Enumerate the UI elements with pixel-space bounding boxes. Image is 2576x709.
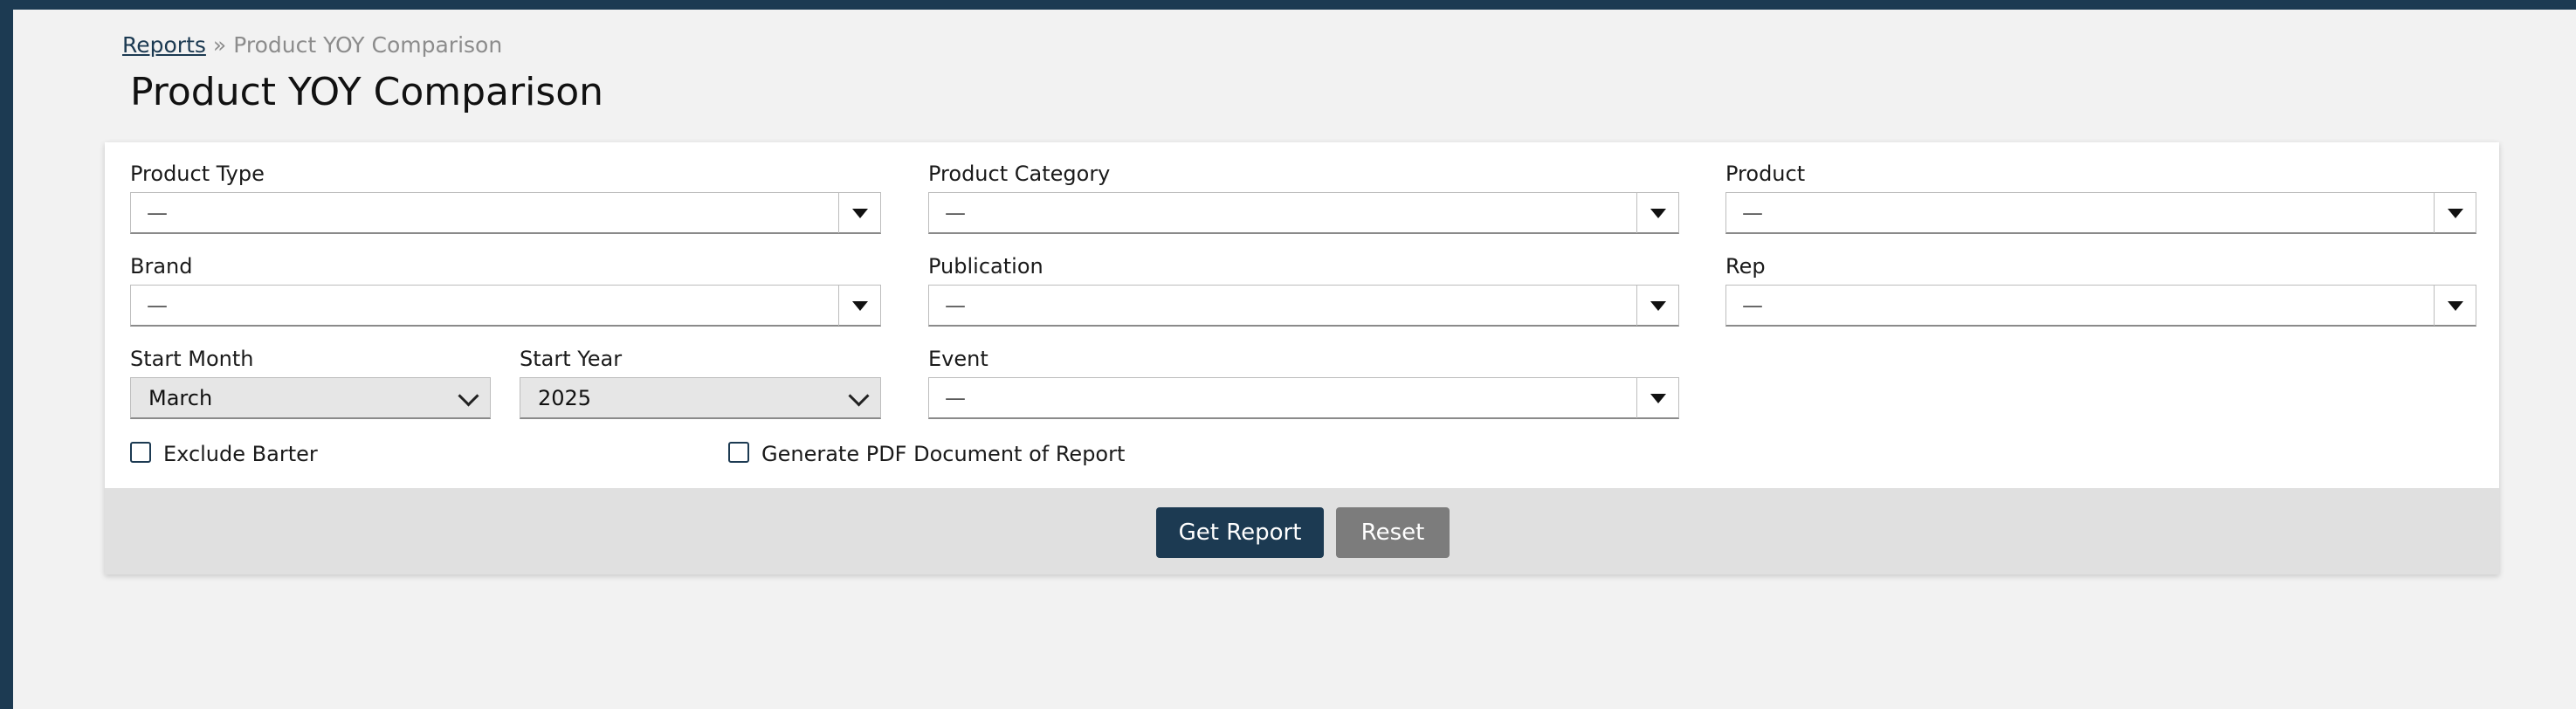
breadcrumb-current: Product YOY Comparison	[233, 32, 503, 58]
breadcrumb: Reports» Product YOY Comparison	[122, 31, 502, 59]
product-type-dropdown-toggle[interactable]	[838, 193, 880, 233]
product-category-dropdown-toggle[interactable]	[1636, 193, 1678, 233]
caret-down-icon	[1650, 209, 1666, 218]
start-month-select[interactable]: March	[130, 377, 491, 419]
product-category-dropdown[interactable]: —	[928, 192, 1679, 234]
rep-label: Rep	[1725, 254, 1766, 279]
top-navigation-bar	[0, 0, 2576, 10]
product-type-dropdown[interactable]: —	[130, 192, 881, 234]
breadcrumb-link-reports[interactable]: Reports	[122, 32, 206, 58]
caret-down-icon	[852, 209, 868, 218]
caret-down-icon	[1650, 394, 1666, 403]
product-dropdown-toggle[interactable]	[2434, 193, 2476, 233]
exclude-barter-label[interactable]: Exclude Barter	[163, 441, 318, 467]
rep-dropdown-toggle[interactable]	[2434, 286, 2476, 326]
exclude-barter-checkbox[interactable]	[130, 442, 151, 463]
event-label: Event	[928, 347, 988, 371]
generate-pdf-label[interactable]: Generate PDF Document of Report	[761, 441, 1125, 467]
chevron-down-icon	[848, 385, 870, 407]
start-year-label: Start Year	[520, 347, 623, 371]
rep-value: —	[1742, 293, 1763, 318]
product-category-label: Product Category	[928, 162, 1111, 186]
product-dropdown[interactable]: —	[1725, 192, 2476, 234]
product-category-value: —	[945, 201, 966, 225]
publication-dropdown[interactable]: —	[928, 285, 1679, 327]
page-title: Product YOY Comparison	[130, 70, 604, 114]
caret-down-icon	[852, 301, 868, 311]
start-year-value: 2025	[538, 386, 592, 410]
reset-button[interactable]: Reset	[1336, 507, 1450, 558]
start-month-value: March	[148, 386, 213, 410]
start-year-select[interactable]: 2025	[520, 377, 881, 419]
event-dropdown[interactable]: —	[928, 377, 1679, 419]
event-value: —	[945, 386, 966, 410]
product-label: Product	[1725, 162, 1806, 186]
caret-down-icon	[2448, 209, 2463, 218]
panel-footer: Get Report Reset	[105, 488, 2499, 575]
rep-dropdown[interactable]: —	[1725, 285, 2476, 327]
left-sidebar-strip	[0, 0, 13, 709]
caret-down-icon	[2448, 301, 2463, 311]
product-value: —	[1742, 201, 1763, 225]
publication-dropdown-toggle[interactable]	[1636, 286, 1678, 326]
chevron-down-icon	[458, 385, 479, 407]
publication-value: —	[945, 293, 966, 318]
product-type-value: —	[147, 201, 168, 225]
generate-pdf-option[interactable]: Generate PDF Document of Report	[728, 441, 1130, 467]
brand-value: —	[147, 293, 168, 318]
brand-label: Brand	[130, 254, 193, 279]
get-report-button[interactable]: Get Report	[1156, 507, 1324, 558]
event-dropdown-toggle[interactable]	[1636, 378, 1678, 418]
generate-pdf-checkbox[interactable]	[728, 442, 749, 463]
caret-down-icon	[1650, 301, 1666, 311]
start-month-label: Start Month	[130, 347, 254, 371]
publication-label: Publication	[928, 254, 1043, 279]
brand-dropdown-toggle[interactable]	[838, 286, 880, 326]
brand-dropdown[interactable]: —	[130, 285, 881, 327]
exclude-barter-option[interactable]: Exclude Barter	[130, 441, 392, 467]
product-type-label: Product Type	[130, 162, 265, 186]
report-filter-panel: Product Type — Product Category — Produc…	[105, 142, 2499, 575]
breadcrumb-separator: »	[212, 32, 227, 58]
